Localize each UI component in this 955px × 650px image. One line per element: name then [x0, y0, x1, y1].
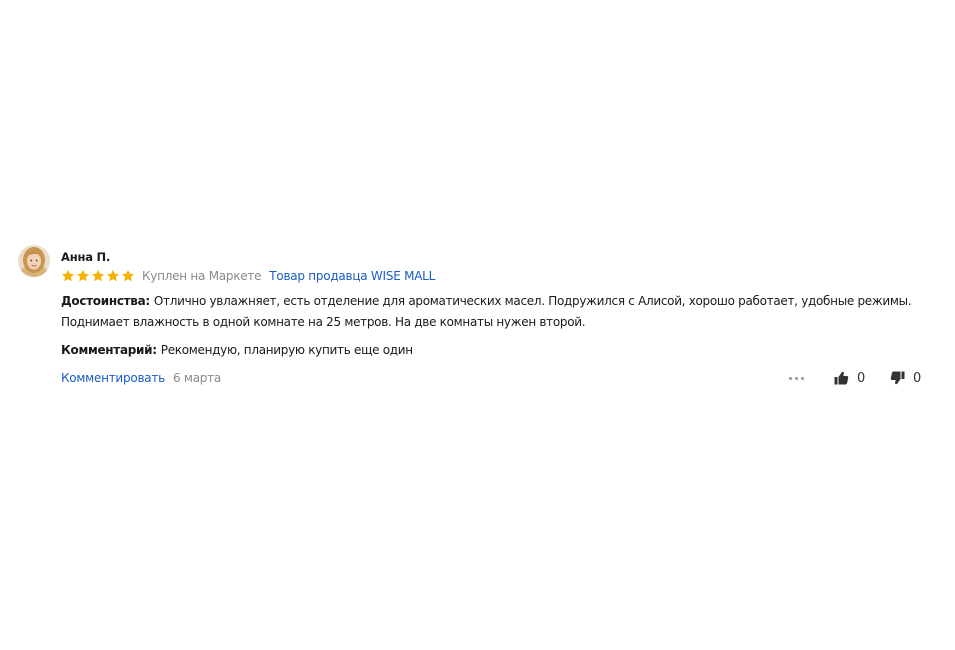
review-meta: Куплен на Маркете Товар продавца WISE MA…	[61, 267, 928, 285]
rating-stars	[61, 269, 135, 283]
comment-text: Рекомендую, планирую купить еще один	[160, 343, 413, 357]
avatar-image	[18, 245, 50, 277]
review-content: Анна П. Куплен на Маркете Товар продавца…	[61, 244, 928, 387]
like-count: 0	[856, 370, 865, 386]
avatar[interactable]	[18, 245, 50, 277]
like-button[interactable]: 0	[834, 371, 865, 386]
pros-label: Достоинства:	[61, 294, 150, 308]
review-actions: 0 0	[787, 371, 928, 386]
more-dot	[794, 376, 798, 380]
purchased-badge: Куплен на Маркете	[142, 269, 262, 283]
author-name[interactable]: Анна П.	[61, 249, 928, 265]
more-dot	[800, 376, 804, 380]
pros-section: Достоинства: Отлично увлажняет, есть отде…	[61, 291, 928, 333]
more-dots-icon[interactable]	[787, 371, 806, 386]
comment-section: Комментарий: Рекомендую, планирую купить …	[61, 340, 928, 361]
pros-text: Отлично увлажняет, есть отделение для ар…	[61, 294, 912, 329]
thumbs-down-icon	[890, 371, 905, 385]
dislike-button[interactable]: 0	[890, 371, 921, 386]
review-footer: Комментировать 6 марта 0 0	[61, 369, 928, 387]
more-dot	[788, 376, 792, 380]
star-icon	[121, 269, 135, 282]
dislike-count: 0	[912, 370, 921, 386]
seller-link[interactable]: Товар продавца WISE MALL	[269, 269, 435, 283]
reply-link[interactable]: Комментировать	[61, 371, 165, 385]
thumbs-up-icon	[834, 371, 849, 385]
comment-label: Комментарий:	[61, 343, 157, 357]
star-icon	[76, 269, 90, 282]
star-icon	[106, 269, 120, 282]
review-date: 6 марта	[172, 371, 222, 385]
star-icon	[91, 269, 105, 282]
star-icon	[61, 269, 75, 282]
